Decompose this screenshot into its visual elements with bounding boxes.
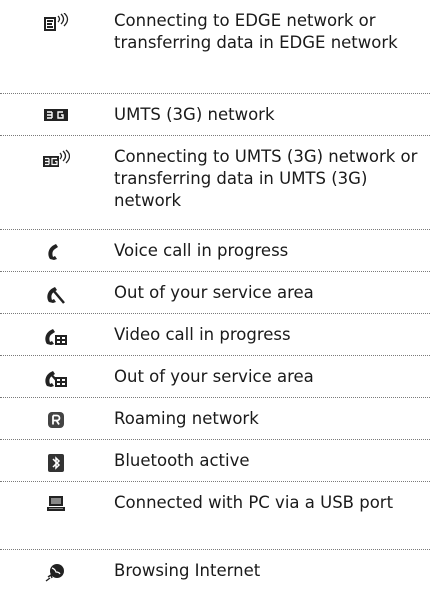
table-row: Out of your service area <box>0 272 430 314</box>
icon-cell <box>0 482 112 513</box>
table-row: Connecting to UMTS (3G) network or trans… <box>0 136 430 230</box>
icon-cell <box>0 94 112 123</box>
umts-3g-network-icon <box>43 107 69 123</box>
voice-out-of-service-icon <box>45 285 67 305</box>
icon-cell <box>0 550 112 583</box>
video-out-of-service-icon <box>43 369 69 389</box>
edge-transfer-icon <box>43 13 69 33</box>
table-row: Video call in progress <box>0 314 430 356</box>
browsing-internet-icon <box>45 563 67 583</box>
table-row: Browsing Internet <box>0 550 430 594</box>
table-row: UMTS (3G) network <box>0 94 430 136</box>
row-description: Video call in progress <box>114 325 291 344</box>
row-description: Browsing Internet <box>114 561 261 580</box>
row-description: Out of your service area <box>114 283 314 302</box>
row-description: Connecting to UMTS (3G) network or trans… <box>114 147 418 210</box>
row-description: Out of your service area <box>114 367 314 386</box>
table-row: Bluetooth active <box>0 440 430 482</box>
row-description: Bluetooth active <box>114 451 250 470</box>
voice-call-icon <box>46 243 66 261</box>
row-description: Roaming network <box>114 409 259 428</box>
icon-cell <box>0 0 112 33</box>
row-description: Connecting to EDGE network or transferri… <box>114 11 398 52</box>
icon-cell <box>0 272 112 305</box>
status-icon-table: Connecting to EDGE network or transferri… <box>0 0 430 594</box>
icon-cell <box>0 230 112 261</box>
table-row: Out of your service area <box>0 356 430 398</box>
table-row: Roaming network <box>0 398 430 440</box>
table-row: Connected with PC via a USB port <box>0 482 430 550</box>
icon-cell <box>0 136 112 169</box>
icon-cell <box>0 440 112 473</box>
table-row: Connecting to EDGE network or transferri… <box>0 0 430 94</box>
roaming-icon <box>46 411 66 429</box>
pc-usb-icon <box>46 495 66 513</box>
icon-cell <box>0 398 112 429</box>
row-description: Connected with PC via a USB port <box>114 493 394 512</box>
row-description: UMTS (3G) network <box>114 105 275 124</box>
icon-cell <box>0 314 112 347</box>
video-call-icon <box>43 327 69 347</box>
umts-3g-transfer-icon <box>42 149 70 169</box>
bluetooth-icon <box>46 453 66 473</box>
row-description: Voice call in progress <box>114 241 289 260</box>
table-row: Voice call in progress <box>0 230 430 272</box>
icon-cell <box>0 356 112 389</box>
